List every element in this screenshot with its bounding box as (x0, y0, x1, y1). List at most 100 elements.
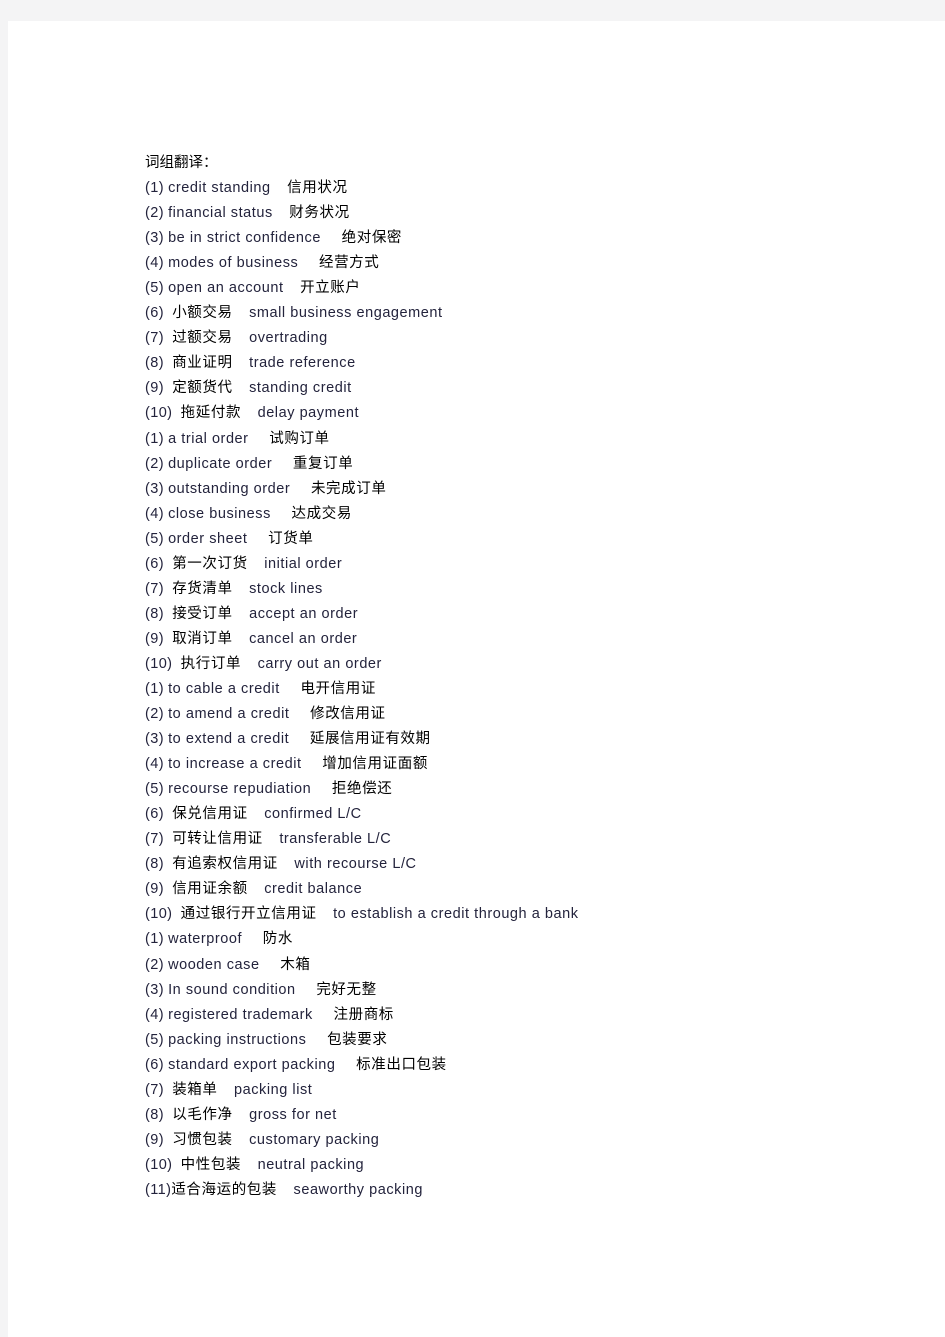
phrase-entry: (10) 中性包装 neutral packing (145, 1153, 905, 1178)
entry-translation: 注册商标 (333, 1006, 394, 1023)
entry-separator (280, 681, 301, 697)
entry-term: duplicate order (168, 455, 273, 472)
entry-gap (164, 305, 172, 321)
entry-separator (271, 180, 288, 196)
entry-translation: 财务状况 (289, 205, 350, 222)
entry-number: (5) (145, 280, 164, 297)
entry-term: to cable a credit (168, 680, 280, 697)
entry-separator (290, 481, 311, 497)
entry-term: 过额交易 (172, 330, 233, 347)
entry-term: to amend a credit (168, 706, 290, 723)
entry-number: (3) (145, 230, 164, 247)
entry-gap (164, 355, 172, 371)
phrase-entry: (3) to extend a credit 延展信用证有效期 (145, 727, 905, 752)
entry-translation: 重复订单 (292, 455, 354, 472)
entry-translation: 订货单 (268, 530, 314, 547)
entry-gap (164, 330, 172, 346)
entry-separator (233, 305, 250, 321)
phrase-list: (1) credit standing 信用状况 (2) financial st… (145, 176, 905, 1203)
entry-term: 保兑信用证 (172, 806, 248, 823)
entry-term: registered trademark (168, 1006, 313, 1023)
entry-number: (2) (145, 956, 164, 973)
entry-translation: seaworthy packing (293, 1181, 423, 1198)
entry-term: 执行订单 (180, 655, 242, 672)
entry-gap (164, 1132, 172, 1148)
entry-gap (164, 631, 172, 647)
entry-separator (306, 1032, 327, 1048)
phrase-entry: (3) outstanding order 未完成订单 (145, 477, 905, 502)
phrase-entry: (3) be in strict confidence 绝对保密 (145, 226, 905, 251)
entry-term: 商业证明 (172, 355, 233, 372)
entry-gap (164, 831, 172, 847)
entry-number: (3) (145, 981, 164, 998)
entry-translation: customary packing (249, 1131, 380, 1148)
phrase-entry: (8) 商业证明 trade reference (145, 351, 905, 376)
entry-number: (1) (145, 680, 164, 697)
entry-gap (164, 606, 172, 622)
phrase-entry: (9) 习惯包装 customary packing (145, 1128, 905, 1153)
entry-separator (289, 731, 310, 747)
entry-term: 存货清单 (172, 580, 233, 597)
entry-number: (1) (145, 931, 164, 948)
phrase-entry: (8) 有追索权信用证 with recourse L/C (145, 852, 905, 877)
entry-separator (277, 1182, 294, 1198)
entry-translation: 电开信用证 (300, 680, 376, 697)
entry-gap (172, 906, 180, 922)
entry-term: 习惯包装 (172, 1131, 233, 1148)
entry-term: to increase a credit (168, 756, 302, 773)
entry-number: (9) (145, 881, 164, 898)
phrase-entry: (5) order sheet 订货单 (145, 527, 905, 552)
entry-number: (8) (145, 856, 164, 873)
phrase-entry: (6) 保兑信用证 confirmed L/C (145, 802, 905, 827)
entry-number: (7) (145, 330, 164, 347)
entry-translation: overtrading (249, 330, 328, 347)
entry-translation: 绝对保密 (341, 230, 403, 247)
phrase-entry: (2) financial status 财务状况 (145, 201, 905, 226)
entry-separator (233, 581, 250, 597)
phrase-entry: (6) 小额交易 small business engagement (145, 301, 905, 326)
entry-translation: initial order (264, 555, 343, 572)
entry-translation: credit balance (264, 881, 363, 898)
entry-number: (8) (145, 605, 164, 622)
entry-term: financial status (168, 205, 273, 222)
entry-number: (4) (145, 1006, 164, 1023)
phrase-entry: (9) 取消订单 cancel an order (145, 627, 905, 652)
entry-term: wooden case (168, 956, 260, 973)
entry-separator (241, 1157, 258, 1173)
entry-separator (321, 230, 342, 246)
entry-separator (298, 255, 319, 271)
entry-translation: neutral packing (257, 1156, 365, 1173)
entry-term: waterproof (168, 931, 243, 948)
entry-number: (7) (145, 831, 164, 848)
entry-number: (4) (145, 756, 164, 773)
entry-translation: accept an order (249, 605, 359, 622)
entry-term: 装箱单 (172, 1081, 218, 1098)
entry-separator (233, 355, 250, 371)
entry-number: (9) (145, 380, 164, 397)
phrase-entry: (9) 信用证余额 credit balance (145, 877, 905, 902)
phrase-entry: (2) duplicate order 重复订单 (145, 452, 905, 477)
entry-separator (260, 957, 281, 973)
phrase-entry: (6) 第一次订货 initial order (145, 552, 905, 577)
entry-number: (6) (145, 1056, 164, 1073)
entry-translation: 木箱 (280, 956, 311, 973)
phrase-entry: (9) 定额货代 standing credit (145, 376, 905, 401)
entry-separator (242, 931, 263, 947)
entry-term: In sound condition (168, 981, 296, 998)
entry-term: modes of business (168, 255, 299, 272)
entry-translation: trade reference (249, 355, 356, 372)
phrase-entry: (2) wooden case 木箱 (145, 953, 905, 978)
entry-number: (10) (145, 906, 173, 923)
phrase-entry: (4) registered trademark 注册商标 (145, 1003, 905, 1028)
entry-term: 可转让信用证 (172, 831, 263, 848)
phrase-entry: (2) to amend a credit 修改信用证 (145, 702, 905, 727)
entry-number: (6) (145, 555, 164, 572)
entry-number: (9) (145, 1131, 164, 1148)
entry-separator (263, 831, 280, 847)
entry-separator (233, 606, 250, 622)
entry-translation: 防水 (262, 931, 293, 948)
entry-translation: 试购订单 (269, 430, 330, 447)
entry-separator (284, 280, 301, 296)
entry-separator (248, 806, 265, 822)
entry-term: credit standing (168, 180, 271, 197)
